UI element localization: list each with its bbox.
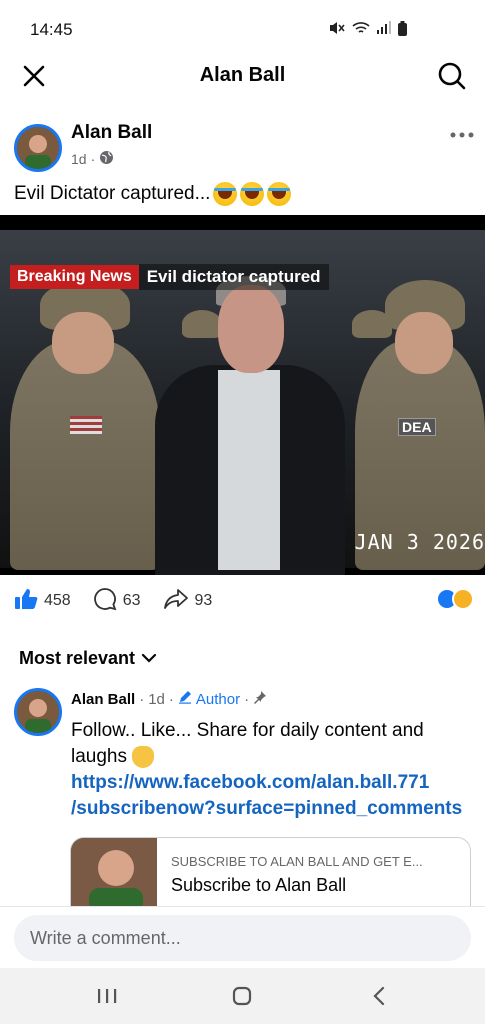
card-thumbnail (71, 838, 157, 906)
face-shape (395, 312, 453, 374)
recents-icon[interactable] (93, 982, 121, 1010)
status-icons (328, 20, 407, 41)
page-title: Alan Ball (199, 64, 286, 86)
top-bar: Alan Ball (0, 58, 485, 98)
more-icon[interactable] (450, 122, 474, 145)
laughing-emoji-icon (267, 182, 292, 206)
date-stamp: JAN 3 2026 (354, 530, 485, 554)
avatar[interactable] (14, 688, 62, 736)
status-time: 14:45 (30, 20, 73, 39)
laughing-emoji-icon (213, 182, 238, 206)
comment-text: Follow.. Like... Share for daily content… (71, 720, 424, 767)
home-icon[interactable] (228, 982, 256, 1010)
shirt-shape (218, 370, 280, 570)
chevron-down-icon (141, 648, 157, 669)
post-header: Alan Ball 1d · (14, 120, 474, 176)
reactions-row: 458 63 93 (14, 587, 474, 616)
signal-icon (376, 21, 392, 40)
helmet-shape (182, 310, 222, 338)
globe-icon (99, 150, 114, 168)
mute-icon (328, 20, 346, 41)
haha-reaction-icon (452, 588, 474, 610)
comment-author[interactable]: Alan Ball (71, 691, 135, 708)
author-name[interactable]: Alan Ball (71, 122, 152, 144)
post-image[interactable]: DEA Breaking News Evil dictator captured… (0, 215, 485, 575)
comment-body: Follow.. Like... Share for daily content… (71, 718, 476, 822)
like-button[interactable]: 458 (14, 588, 71, 615)
reaction-summary[interactable] (436, 588, 474, 610)
post-meta: 1d · (71, 150, 114, 168)
comment-count: 63 (122, 592, 141, 609)
comment-link-line2: /subscribenow?surface=pinned_comments (71, 798, 463, 819)
clapping-hands-icon (132, 745, 155, 768)
helmet-shape (352, 310, 392, 338)
comment-link[interactable]: https://www.facebook.com/alan.ball.771/s… (71, 772, 462, 819)
sort-label: Most relevant (19, 648, 136, 668)
share-count: 93 (194, 592, 213, 609)
back-icon[interactable] (365, 982, 393, 1010)
share-button[interactable]: 93 (163, 588, 213, 615)
flag-patch (70, 416, 102, 434)
face-shape (218, 285, 284, 373)
breaking-label: Breaking News (10, 265, 139, 289)
author-badge: Author (195, 690, 241, 708)
post-time[interactable]: 1d (71, 151, 87, 167)
comment-composer (0, 906, 485, 968)
meta-separator: · (90, 151, 96, 167)
news-headline: Evil dictator captured (138, 264, 329, 290)
comment-icon (93, 587, 117, 616)
meta-separator: · (139, 690, 145, 708)
share-icon (163, 588, 189, 615)
status-bar: 14:45 (0, 0, 485, 58)
comment-button[interactable]: 63 (93, 587, 141, 616)
pin-icon (253, 690, 267, 708)
system-nav-bar (0, 968, 485, 1024)
image-scene: DEA Breaking News Evil dictator captured… (0, 230, 485, 575)
laughing-emoji-icon (240, 182, 265, 206)
post-text: Evil Dictator captured... (14, 182, 292, 206)
soldier-figure (10, 340, 160, 570)
wifi-icon (352, 21, 370, 40)
link-preview-card[interactable]: SUBSCRIBE TO ALAN BALL AND GET E... Subs… (70, 837, 471, 907)
face-shape (52, 312, 114, 374)
comment-link-line1: https://www.facebook.com/alan.ball.771 (71, 772, 430, 793)
card-subtitle: SUBSCRIBE TO ALAN BALL AND GET E... (171, 854, 423, 869)
search-icon[interactable] (437, 61, 467, 91)
comment-time: 1d (148, 690, 165, 708)
meta-separator: · (244, 690, 250, 708)
avatar[interactable] (14, 124, 62, 172)
card-title: Subscribe to Alan Ball (171, 875, 347, 895)
like-icon (14, 588, 38, 615)
news-banner: Breaking News Evil dictator captured (10, 264, 329, 290)
meta-separator: · (168, 690, 174, 708)
comment-input[interactable] (14, 915, 471, 961)
pencil-icon (178, 690, 192, 708)
dea-patch: DEA (398, 418, 436, 436)
comment-sort[interactable]: Most relevant (19, 648, 157, 669)
battery-icon (398, 20, 407, 41)
post-text-body: Evil Dictator captured... (14, 183, 211, 204)
comment-meta: Alan Ball · 1d · Author · (71, 690, 267, 708)
like-count: 458 (44, 592, 71, 609)
